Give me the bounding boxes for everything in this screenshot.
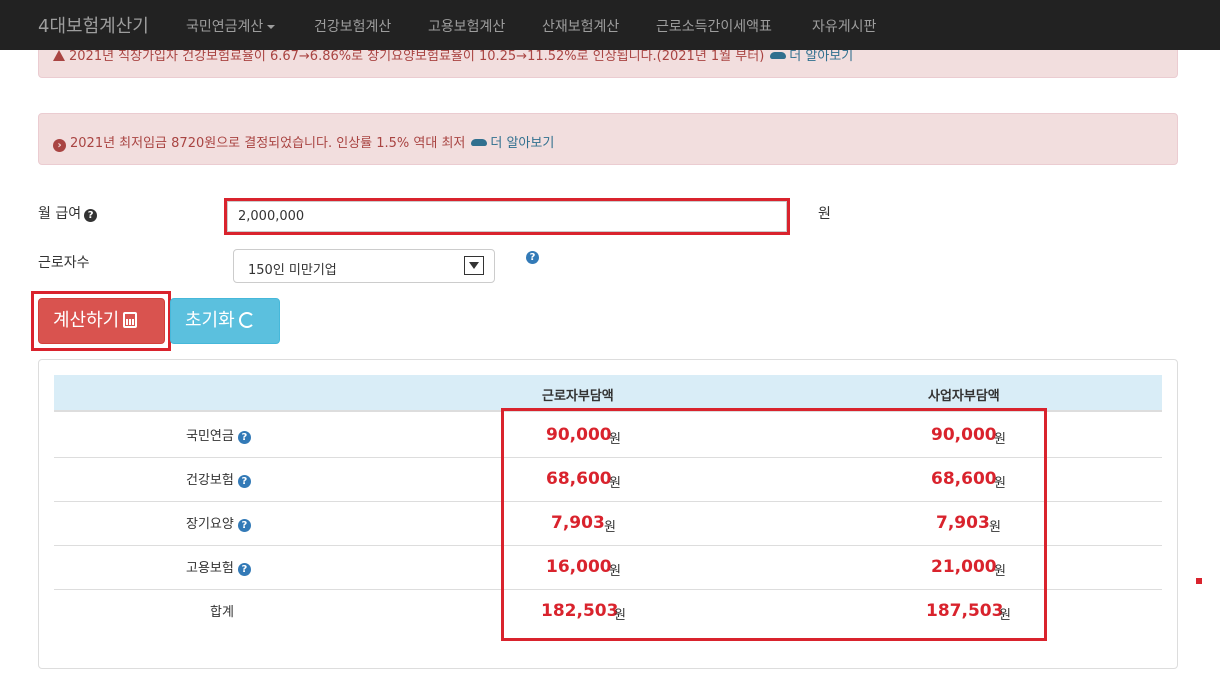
dropdown-arrow-icon[interactable] xyxy=(464,256,484,275)
learn-more-link[interactable]: 더 알아보기 xyxy=(490,136,554,151)
row-label-text: 건강보험 xyxy=(186,473,234,488)
row-label-health-insurance: 건강보험? xyxy=(186,469,251,488)
header-employee: 근로자부담액 xyxy=(542,389,614,404)
alert-minimum-wage: › 2021년 최저임금 8720원으로 결정되었습니다. 인상률 1.5% 역대… xyxy=(38,113,1178,165)
nav-item-employment-insurance[interactable]: 고용보험계산 xyxy=(428,16,505,36)
learn-more-link[interactable]: 더 알아보기 xyxy=(789,49,853,64)
calculate-button[interactable]: 계산하기 xyxy=(38,298,165,344)
refresh-icon xyxy=(238,312,255,328)
workers-select-value: 150인 미만기업 xyxy=(248,263,337,278)
row-label-long-term-care: 장기요양? xyxy=(186,513,251,532)
nav-item-national-pension[interactable]: 국민연금계산 xyxy=(186,16,276,36)
alert-message: 2021년 최저임금 8720원으로 결정되었습니다. 인상률 1.5% 역대 … xyxy=(70,136,466,151)
top-navbar: 4대보험계산기 국민연금계산 건강보험계산 고용보험계산 산재보험계산 근로소득… xyxy=(0,0,1220,50)
reset-button[interactable]: 초기화 xyxy=(170,298,280,344)
hand-pointer-icon xyxy=(770,52,787,59)
row-label-total: 합계 xyxy=(210,605,234,620)
row-label-text: 고용보험 xyxy=(186,561,234,576)
salary-input-highlight xyxy=(224,198,790,235)
workers-label: 근로자수 xyxy=(38,255,90,271)
question-circle-icon[interactable]: ? xyxy=(526,251,539,264)
salary-unit: 원 xyxy=(818,206,831,222)
alert-content: › 2021년 최저임금 8720원으로 결정되었습니다. 인상률 1.5% 역대… xyxy=(53,132,554,152)
nav-item-industrial-accident[interactable]: 산재보험계산 xyxy=(542,16,619,36)
nav-item-label: 국민연금계산 xyxy=(186,19,264,35)
result-highlight-box xyxy=(501,408,1047,641)
row-label-text: 국민연금 xyxy=(186,429,234,444)
brand-logo[interactable]: 4대보험계산기 xyxy=(38,12,149,38)
nav-item-free-board[interactable]: 자유게시판 xyxy=(812,16,876,36)
warning-icon xyxy=(53,50,65,61)
question-circle-icon[interactable]: ? xyxy=(237,519,251,532)
table-header: 근로자부담액 사업자부담액 xyxy=(54,375,1162,412)
salary-label-group: 월 급여? xyxy=(38,203,98,223)
caret-down-icon xyxy=(267,25,276,29)
arrow-circle-right-icon: › xyxy=(53,139,66,152)
alert-message: 2021년 직장가입자 건강보험료율이 6.67→6.86%로 장기요양보험료율… xyxy=(69,49,765,64)
salary-input[interactable] xyxy=(227,201,787,232)
row-label-national-pension: 국민연금? xyxy=(186,425,251,444)
header-employer: 사업자부담액 xyxy=(928,389,1000,404)
question-circle-icon[interactable]: ? xyxy=(237,563,251,576)
question-circle-icon[interactable]: ? xyxy=(237,475,251,488)
calculate-button-label: 계산하기 xyxy=(53,310,120,331)
row-label-text: 장기요양 xyxy=(186,517,234,532)
nav-item-income-tax-table[interactable]: 근로소득간이세액표 xyxy=(656,16,772,36)
row-label-employment-insurance: 고용보험? xyxy=(186,557,251,576)
question-circle-icon[interactable]: ? xyxy=(84,209,98,222)
reset-button-label: 초기화 xyxy=(185,310,235,331)
salary-label: 월 급여 xyxy=(38,206,82,222)
question-circle-icon[interactable]: ? xyxy=(237,431,251,444)
workers-select[interactable]: 150인 미만기업 xyxy=(233,249,495,283)
hand-pointer-icon xyxy=(471,139,488,146)
nav-item-health-insurance[interactable]: 건강보험계산 xyxy=(314,16,391,36)
calculator-icon xyxy=(123,312,138,328)
annotation-dot xyxy=(1196,578,1202,584)
